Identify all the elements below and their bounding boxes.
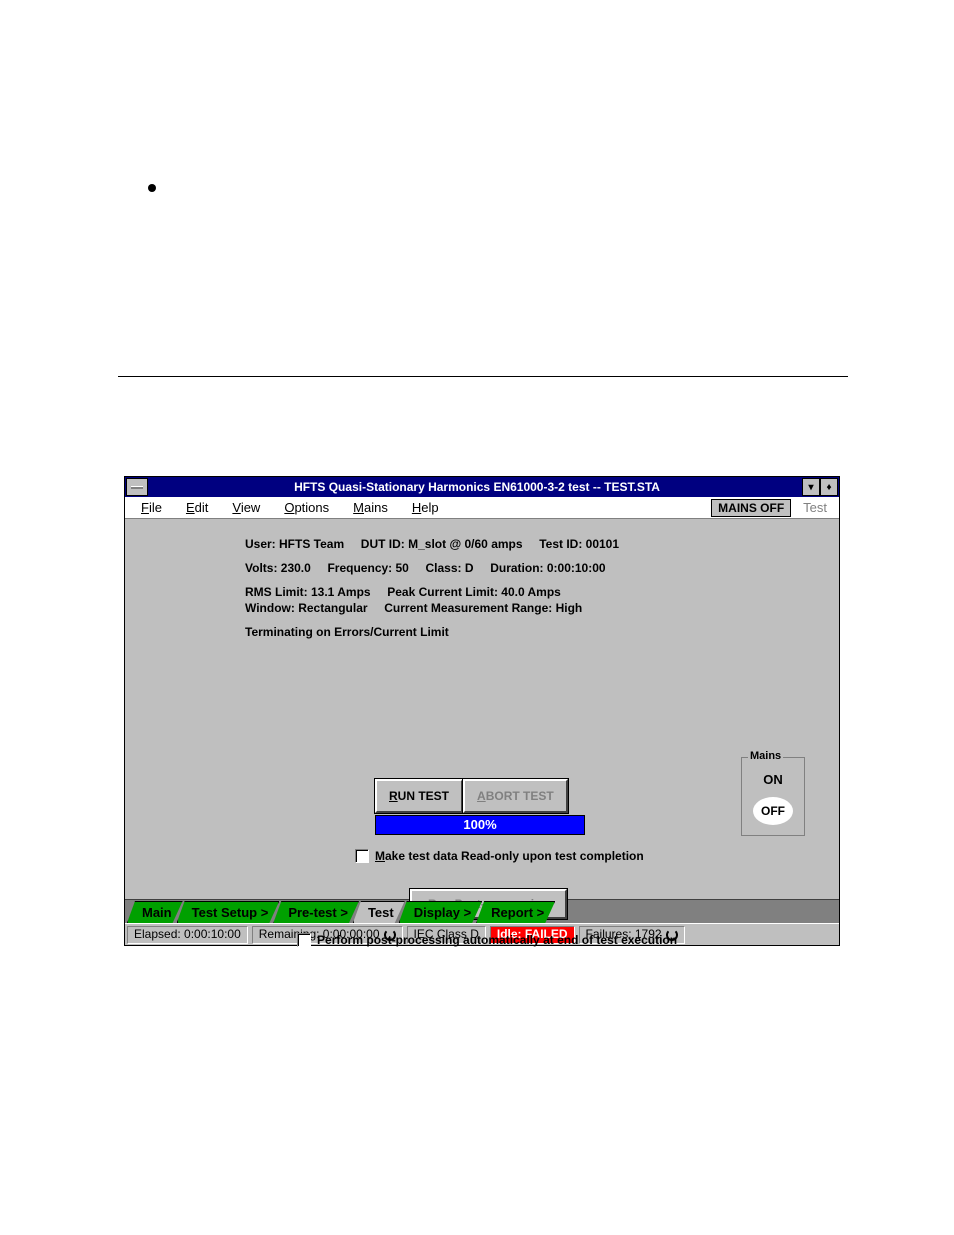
app-window: HFTS Quasi-Stationary Harmonics EN61000-… <box>124 476 840 946</box>
progress-bar: 100% <box>375 815 585 835</box>
mains-off-button[interactable]: OFF <box>753 797 793 825</box>
info-volts-line: Volts: 230.0 Frequency: 50 Class: D Dura… <box>245 561 819 575</box>
menubar: File Edit View Options Mains Help MAINS … <box>125 497 839 519</box>
menu-options[interactable]: Options <box>272 500 341 515</box>
info-window-line: Window: Rectangular Current Measurement … <box>245 601 819 615</box>
window-title: HFTS Quasi-Stationary Harmonics EN61000-… <box>152 480 802 494</box>
menu-mains[interactable]: Mains <box>341 500 400 515</box>
titlebar: HFTS Quasi-Stationary Harmonics EN61000-… <box>125 477 839 497</box>
autopost-label: Perform post-processing automatically at… <box>317 933 677 947</box>
run-test-button[interactable]: RUN TEST <box>375 779 463 813</box>
menu-view[interactable]: View <box>220 500 272 515</box>
tab-report[interactable]: Report > <box>476 901 555 923</box>
system-menu-icon[interactable] <box>126 478 148 496</box>
bullet-point <box>148 184 156 192</box>
info-rms-line: RMS Limit: 13.1 Amps Peak Current Limit:… <box>245 585 819 599</box>
horizontal-rule <box>118 376 848 377</box>
tab-main[interactable]: Main <box>127 901 183 923</box>
minimize-icon[interactable]: ▾ <box>802 478 820 496</box>
abort-test-button[interactable]: ABORT TEST <box>463 779 568 813</box>
mains-legend: Mains <box>748 750 783 762</box>
tab-pre-test[interactable]: Pre-test > <box>273 901 359 923</box>
mains-group: Mains ON OFF <box>741 757 805 836</box>
mains-on-button[interactable]: ON <box>748 772 798 787</box>
status-elapsed: Elapsed: 0:00:10:00 <box>127 926 248 944</box>
readonly-check-row[interactable]: Make test data Read-only upon test compl… <box>355 849 644 863</box>
menu-help[interactable]: Help <box>400 500 451 515</box>
menu-file[interactable]: File <box>129 500 174 515</box>
readonly-checkbox[interactable] <box>355 849 369 863</box>
mains-off-indicator: MAINS OFF <box>711 499 791 517</box>
tab-test[interactable]: Test <box>353 901 405 923</box>
info-terminate-line: Terminating on Errors/Current Limit <box>245 625 819 639</box>
autopost-check-row[interactable]: Perform post-processing automatically at… <box>297 933 677 947</box>
test-controls: RUN TEST ABORT TEST 100% <box>375 779 585 835</box>
autopost-checkbox[interactable] <box>297 933 311 947</box>
menu-edit[interactable]: Edit <box>174 500 220 515</box>
tab-display[interactable]: Display > <box>399 901 482 923</box>
maximize-icon[interactable]: ♦ <box>820 478 838 496</box>
readonly-label: Make test data Read-only upon test compl… <box>375 849 644 863</box>
tab-test-setup[interactable]: Test Setup > <box>177 901 280 923</box>
active-tab-indicator: Test <box>795 500 835 515</box>
info-user-line: User: HFTS Team DUT ID: M_slot @ 0/60 am… <box>245 537 819 551</box>
client-area: User: HFTS Team DUT ID: M_slot @ 0/60 am… <box>125 519 839 899</box>
